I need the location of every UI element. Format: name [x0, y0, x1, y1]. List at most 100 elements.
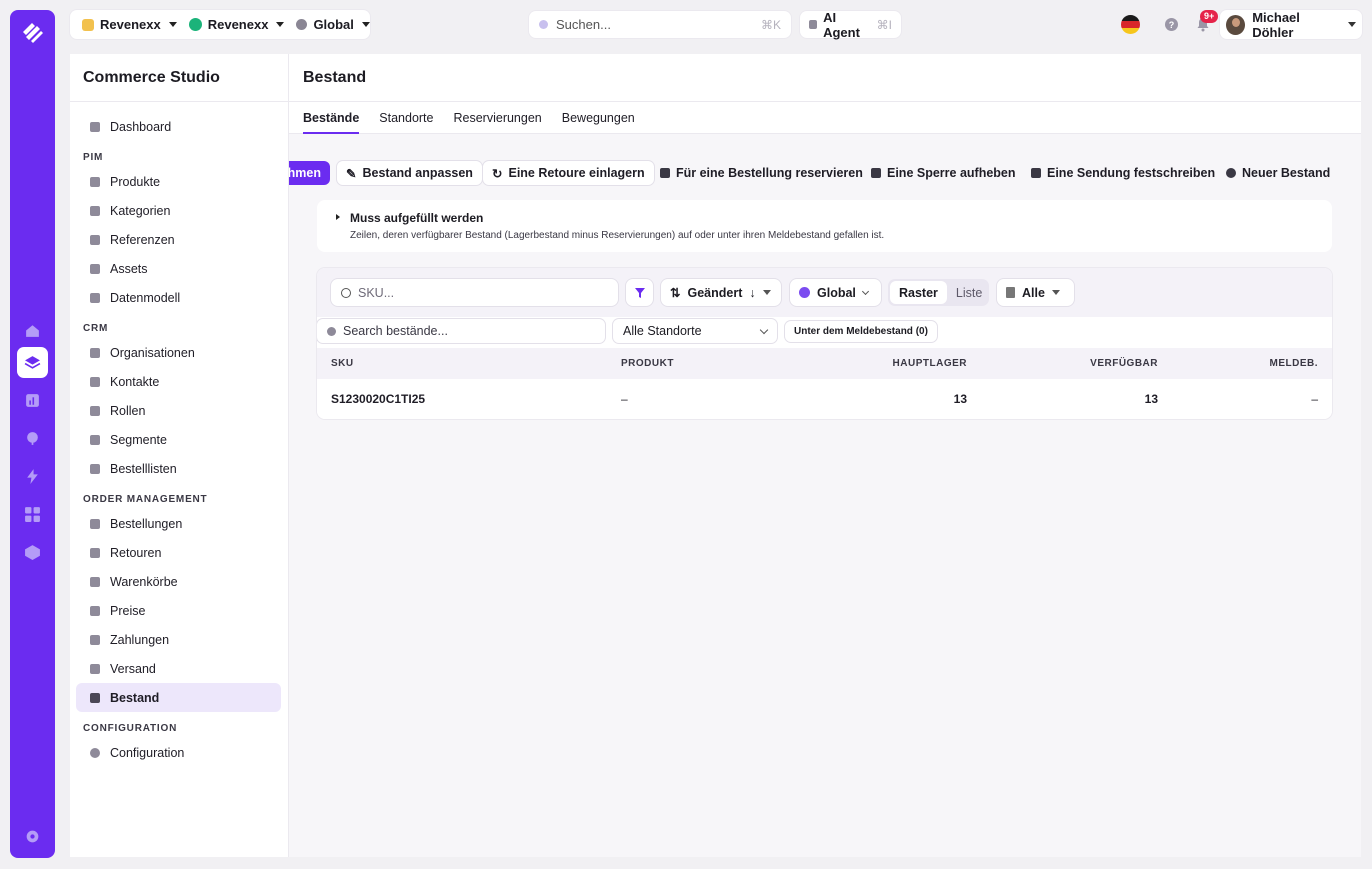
language-flag-icon[interactable] [1121, 15, 1140, 34]
sidebar-section-configuration: CONFIGURATION [83, 723, 178, 734]
cube-icon [90, 692, 100, 703]
sidebar-item-preise[interactable]: Preise [76, 596, 281, 625]
sidebar-item-retouren[interactable]: Retouren [76, 538, 281, 567]
sidebar-item-configuration[interactable]: Configuration [76, 738, 281, 767]
column-header-sku[interactable]: SKU [331, 358, 354, 369]
notice-description: Zeilen, deren verfügbarer Bestand (Lager… [350, 230, 885, 241]
app-logo-icon[interactable] [18, 18, 47, 47]
sidebar-item-organisationen[interactable]: Organisationen [76, 338, 281, 367]
sidebar-item-versand[interactable]: Versand [76, 654, 281, 683]
sidebar-item-segmente[interactable]: Segmente [76, 425, 281, 454]
tab-bestaende[interactable]: Bestände [303, 102, 360, 134]
filter-button[interactable] [626, 279, 653, 306]
search-icon [539, 20, 548, 29]
sidebar-item-referenzen[interactable]: Referenzen [76, 225, 281, 254]
gear-icon [90, 747, 100, 758]
scope-dropdown[interactable]: Global [790, 279, 881, 306]
sidebar-item-bestand[interactable]: Bestand [76, 683, 281, 712]
global-search[interactable]: Suchen... ⌘K [529, 11, 791, 38]
building-icon [90, 347, 100, 358]
caret-down-icon [1051, 290, 1060, 295]
status-label: Alle [1022, 285, 1045, 300]
cell-sku: S1230020C1TI25 [331, 392, 426, 406]
sidebar-item-produkte[interactable]: Produkte [76, 167, 281, 196]
view-grid-button[interactable]: Raster [890, 281, 947, 304]
new-stock-label: Neuer Bestand [1242, 166, 1331, 180]
scope-label: Global [817, 285, 856, 300]
sidebar-item-label: Bestand [110, 690, 160, 705]
new-stock-button[interactable]: Neuer Bestand [1217, 161, 1339, 185]
layers-icon[interactable] [17, 347, 48, 378]
caret-down-icon [762, 290, 771, 295]
package-icon[interactable] [17, 537, 48, 568]
sidebar-item-datenmodell[interactable]: Datenmodell [76, 283, 281, 312]
store-return-button[interactable]: ↻ Eine Retoure einlagern [483, 161, 654, 185]
tab-bewegungen[interactable]: Bewegungen [562, 102, 635, 133]
commit-shipment-button[interactable]: Eine Sendung festschreiben [1022, 161, 1224, 185]
page-title: Bestand [289, 54, 1361, 102]
sidebar-item-kategorien[interactable]: Kategorien [76, 196, 281, 225]
table-row[interactable]: S1230020C1TI25 – 13 13 – [317, 379, 1332, 419]
sidebar-title: Commerce Studio [70, 54, 288, 102]
tab-reservierungen[interactable]: Reservierungen [454, 102, 542, 133]
release-lock-button[interactable]: Eine Sperre aufheben [862, 161, 1025, 185]
workspace-switcher[interactable]: Revenexx [183, 10, 291, 39]
user-menu[interactable]: Michael Döhler [1220, 10, 1362, 40]
workspace-status-icon [188, 18, 202, 31]
search-icon [327, 326, 336, 336]
view-list-button[interactable]: Liste [947, 281, 991, 304]
reserve-order-label: Für eine Bestellung reservieren [676, 166, 863, 180]
column-header-verfuegbar[interactable]: VERFÜGBAR [1090, 358, 1158, 369]
column-header-produkt[interactable]: PRODUKT [621, 358, 674, 369]
sidebar-item-rollen[interactable]: Rollen [76, 396, 281, 425]
bestaende-search-input[interactable]: Search bestände... [317, 319, 605, 343]
location-icon[interactable] [17, 423, 48, 454]
release-lock-label: Eine Sperre aufheben [887, 166, 1016, 180]
sidebar-item-bestelllisten[interactable]: Bestelllisten [76, 454, 281, 483]
sidebar-item-bestellungen[interactable]: Bestellungen [76, 509, 281, 538]
home-icon[interactable] [17, 315, 48, 346]
sidebar-item-label: Bestellungen [110, 516, 183, 531]
region-label: Global [313, 17, 354, 32]
settings-icon[interactable] [17, 821, 48, 852]
order-icon [90, 518, 100, 529]
receive-stock-label: hmen [289, 166, 321, 180]
app-rail [10, 10, 55, 858]
help-icon[interactable]: ? [1165, 18, 1178, 31]
bestaende-search-placeholder: Search bestände... [343, 324, 448, 338]
region-switcher[interactable]: Global [290, 10, 375, 39]
search-shortcut: ⌘K [760, 17, 781, 32]
reserve-order-button[interactable]: Für eine Bestellung reservieren [651, 161, 872, 185]
status-dropdown[interactable]: Alle [997, 279, 1074, 306]
table-header: SKU PRODUKT HAUPTLAGER VERFÜGBAR MELDEB. [317, 348, 1332, 379]
pencil-icon: ✎ [346, 166, 357, 181]
sort-dropdown[interactable]: ⇅ Geändert ↓ [661, 279, 781, 306]
sidebar-item-label: Rollen [110, 403, 146, 418]
adjust-stock-button[interactable]: ✎ Bestand anpassen [337, 161, 482, 185]
sidebar-item-label: Configuration [110, 745, 185, 760]
restock-notice[interactable]: Muss aufgefüllt werden Zeilen, deren ver… [317, 200, 1332, 252]
sidebar-item-label: Kontakte [110, 374, 160, 389]
card-icon [90, 634, 100, 645]
below-reorder-chip[interactable]: Unter dem Meldebestand (0) [785, 321, 937, 342]
notification-badge: 9+ [1200, 10, 1219, 23]
sidebar-item-warenkoerbe[interactable]: Warenkörbe [76, 567, 281, 596]
notice-title: Muss aufgefüllt werden [350, 211, 484, 225]
ai-agent-button[interactable]: AI Agent ⌘I [800, 10, 901, 40]
column-header-meldebestand[interactable]: MELDEB. [1270, 358, 1319, 369]
org-switcher[interactable]: Revenexx [76, 10, 183, 39]
apps-icon[interactable] [17, 499, 48, 530]
receive-stock-button[interactable]: hmen [289, 161, 330, 185]
lightning-icon[interactable] [17, 461, 48, 492]
sidebar-item-zahlungen[interactable]: Zahlungen [76, 625, 281, 654]
sidebar-item-assets[interactable]: Assets [76, 254, 281, 283]
sidebar-item-label: Datenmodell [110, 290, 181, 305]
analytics-icon[interactable] [17, 385, 48, 416]
column-header-hauptlager[interactable]: HAUPTLAGER [893, 358, 967, 369]
sidebar-item-kontakte[interactable]: Kontakte [76, 367, 281, 396]
location-select[interactable]: Alle Standorte [613, 319, 777, 343]
sku-search-input[interactable]: SKU... [331, 279, 618, 306]
sidebar-item-dashboard[interactable]: Dashboard [76, 112, 281, 141]
tab-standorte[interactable]: Standorte [379, 102, 433, 133]
inventory-panel: SKU... ⇅ Geändert ↓ Global Raster Liste [317, 268, 1332, 419]
